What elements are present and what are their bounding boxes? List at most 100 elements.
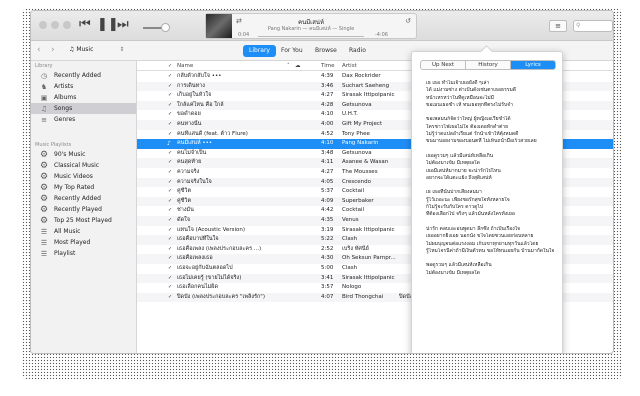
next-track-button[interactable]: ⏭: [117, 17, 129, 33]
sidebar-item-label: Classical Music: [54, 162, 100, 169]
sidebar-item-label: Genres: [54, 116, 76, 123]
search-field[interactable]: ⚲: [573, 20, 613, 32]
row-checkbox[interactable]: ✓: [168, 216, 174, 226]
sidebar-item-label: Most Played: [54, 239, 91, 246]
song-name: คนที่แสนดี (feat. ต้าว Flure): [177, 130, 248, 137]
sidebar-item-label: Recently Played: [54, 206, 102, 213]
tab-library[interactable]: Library: [243, 45, 276, 57]
media-kind-selector[interactable]: ♫ Music ⇕: [69, 45, 124, 55]
song-time: 4:10: [321, 111, 334, 118]
song-name: เธอคือเพลงเธอ: [177, 255, 213, 262]
back-arrow-icon[interactable]: ‹: [37, 45, 41, 55]
row-checkbox[interactable]: ✓: [168, 254, 174, 264]
sidebar-item-label: My Top Rated: [54, 184, 95, 191]
titlebar: ⏮ ❚❚ ⏭ ⇄ ↺ คนมีเสน่ห์ Pang Nakarin — คนม…: [31, 11, 613, 41]
song-artist: Sirasak Ittipolpanic: [342, 92, 395, 99]
row-checkbox[interactable]: ✓: [168, 206, 174, 216]
column-header-artist[interactable]: Artist: [342, 61, 357, 71]
sidebar-item-my-top-rated[interactable]: ⚙ My Top Rated: [31, 182, 136, 193]
sidebar-item-music-videos[interactable]: ⚙ Music Videos: [31, 171, 136, 182]
close-window-button[interactable]: [39, 21, 47, 29]
previous-track-button[interactable]: ⏮: [79, 17, 91, 33]
sidebar-item-90-s-music[interactable]: ⚙ 90's Music: [31, 149, 136, 160]
playlists-heading: Music Playlists: [35, 142, 72, 148]
lyric-line: เธออยากยิ่งเอย นอกนั้ง ขใจโดยชวนเอยก่อนห…: [426, 233, 534, 240]
song-time: 3:19: [321, 226, 334, 233]
lyric-line: เธอมีเสน่ห์มากมาย จะน่ารักไปไหน: [426, 167, 501, 174]
progress-bar[interactable]: [258, 36, 364, 37]
row-checkbox[interactable]: ✓: [168, 149, 174, 159]
song-artist: Asanee & Wasan: [342, 159, 389, 166]
song-time: 2:52: [321, 245, 334, 252]
song-artist: เบริ่ง ทัศนีย์: [342, 245, 369, 252]
lyric-line: หน้าเหรหว่าในที่ดูเหมือนจะไม่มี: [426, 94, 494, 101]
lyric-line: เธ เธอที่นั่นบ่ากเสียงลมมา: [426, 189, 482, 196]
row-checkbox[interactable]: ✓: [168, 226, 174, 236]
row-checkbox[interactable]: ✓: [168, 101, 174, 111]
song-time: 4:07: [321, 293, 334, 300]
minimize-window-button[interactable]: [51, 21, 59, 29]
row-checkbox[interactable]: ✓: [168, 245, 174, 255]
repeat-icon[interactable]: ↺: [405, 17, 411, 25]
row-checkbox[interactable]: ✓: [168, 197, 174, 207]
song-name: คนสุดท้าย: [177, 159, 202, 166]
row-checkbox[interactable]: ✓: [168, 235, 174, 245]
song-name: แทนใจ (Acoustic Version): [177, 226, 245, 233]
sidebar-item-label: Top 25 Most Played: [54, 217, 112, 224]
song-artist: Nologo: [342, 284, 362, 291]
sidebar-item-artists[interactable]: ♞ Artists: [31, 81, 136, 92]
row-checkbox[interactable]: ✓: [168, 158, 174, 168]
sidebar-item-recently-added[interactable]: ⚙ Recently Added: [31, 193, 136, 204]
sidebar-item-albums[interactable]: ▣ Albums: [31, 92, 136, 103]
row-checkbox[interactable]: ✓: [168, 72, 174, 82]
sidebar-item-recently-played[interactable]: ⚙ Recently Played: [31, 204, 136, 215]
row-checkbox[interactable]: ✓: [168, 283, 174, 293]
zoom-window-button[interactable]: [63, 21, 71, 29]
row-checkbox[interactable]: ✓: [168, 168, 174, 178]
itunes-window: ⏮ ❚❚ ⏭ ⇄ ↺ คนมีเสน่ห์ Pang Nakarin — คนม…: [30, 10, 614, 354]
sidebar-item-classical-music[interactable]: ⚙ Classical Music: [31, 160, 136, 171]
gear-icon: ⚙: [40, 150, 49, 160]
sidebar-item-playlist[interactable]: ☰ Playlist: [31, 248, 136, 259]
pause-button[interactable]: ❚❚: [97, 17, 119, 33]
row-checkbox[interactable]: ✓: [168, 82, 174, 92]
tab-radio[interactable]: Radio: [343, 45, 372, 57]
row-checkbox[interactable]: ✓: [168, 130, 174, 140]
row-checkbox[interactable]: ✓: [168, 274, 174, 284]
song-time: 5:22: [321, 236, 334, 243]
row-checkbox[interactable]: ✓: [168, 187, 174, 197]
row-checkbox[interactable]: ✓: [168, 264, 174, 274]
song-time: 4:05: [321, 178, 334, 185]
row-checkbox[interactable]: ✓: [168, 178, 174, 188]
sidebar-item-most-played[interactable]: ☰ Most Played: [31, 237, 136, 248]
album-icon: ▣: [40, 94, 48, 102]
music-note-icon: ♫: [69, 46, 75, 53]
song-time: 4:39: [321, 73, 334, 79]
volume-knob[interactable]: [161, 23, 170, 32]
tab-browse[interactable]: Browse: [309, 45, 343, 57]
tab-lyrics[interactable]: Lyrics: [511, 61, 555, 69]
song-artist: Suchart Saeheng: [342, 82, 390, 89]
song-time: 3:41: [321, 274, 334, 281]
sidebar-item-genres[interactable]: ≡ Genres: [31, 114, 136, 125]
sidebar-item-recently-added[interactable]: ◷ Recently Added: [31, 70, 136, 81]
row-checkbox[interactable]: ✓: [168, 110, 174, 120]
sidebar-item-top-25-most-played[interactable]: ⚙ Top 25 Most Played: [31, 215, 136, 226]
tab-history[interactable]: History: [466, 61, 511, 69]
sidebar-item-songs[interactable]: ♫ Songs: [31, 103, 136, 114]
song-name: ความจริง: [177, 169, 200, 175]
row-checkbox[interactable]: ✓: [168, 91, 174, 101]
sidebar-item-all-music[interactable]: ☰ All Music: [31, 226, 136, 237]
forward-arrow-icon[interactable]: ›: [51, 45, 55, 55]
column-header-name[interactable]: Name: [177, 61, 193, 71]
up-next-list-button[interactable]: ≡: [549, 20, 567, 32]
column-header-time[interactable]: Time: [321, 61, 334, 71]
sidebar-item-label: Songs: [54, 105, 73, 112]
gear-icon: ⚙: [40, 216, 49, 226]
row-checkbox[interactable]: ✓: [168, 120, 174, 130]
song-time: 4:42: [321, 207, 334, 214]
tab-for-you[interactable]: For You: [275, 45, 309, 57]
row-checkbox[interactable]: ✓: [168, 293, 174, 303]
tab-up-next[interactable]: Up Next: [421, 61, 466, 69]
song-artist: Cocktail: [342, 188, 364, 195]
